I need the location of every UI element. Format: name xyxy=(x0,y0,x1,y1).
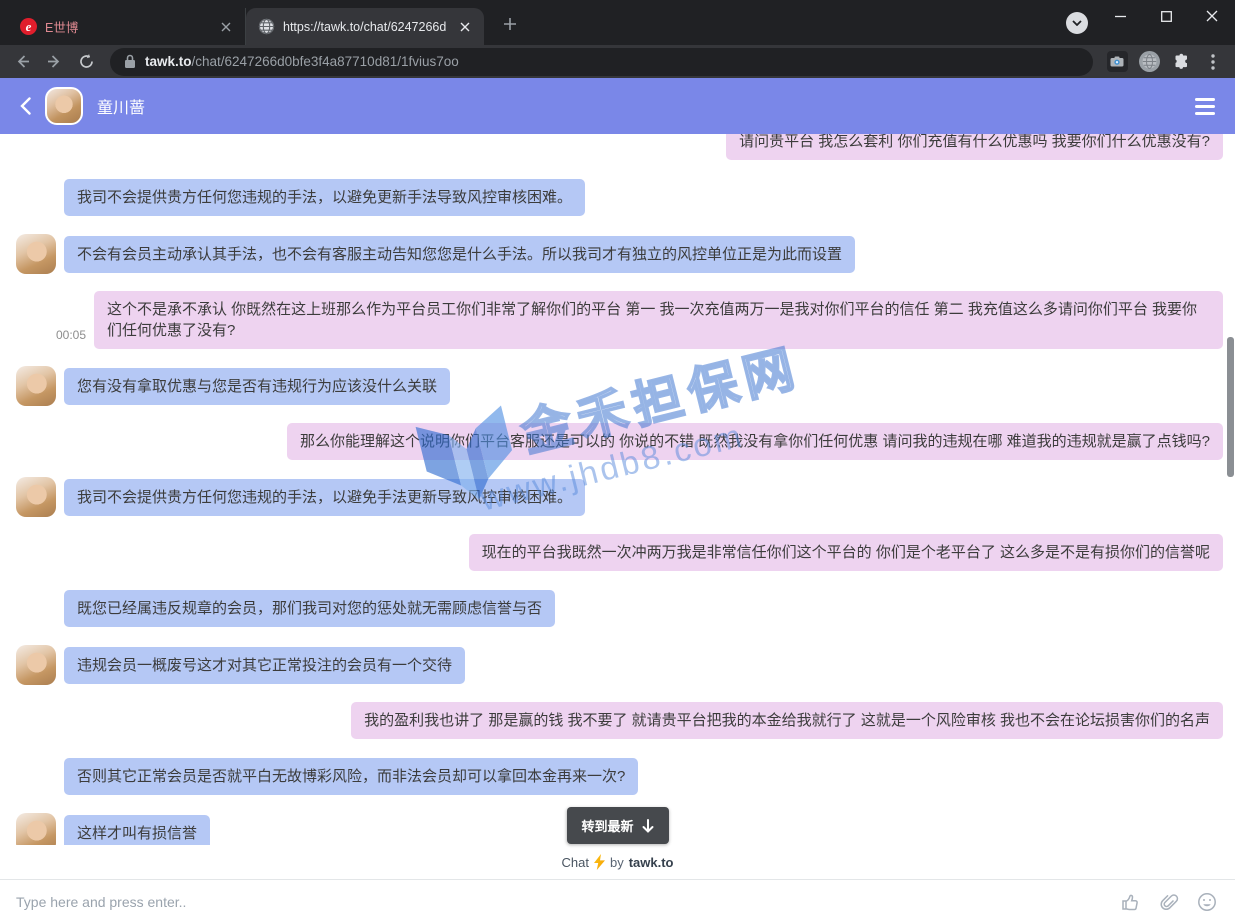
lightning-bolt-icon xyxy=(594,854,605,870)
url-host: tawk.to xyxy=(145,54,192,69)
arrow-down-icon xyxy=(642,819,654,833)
agent-avatar xyxy=(45,87,83,125)
branding-chat-label: Chat xyxy=(562,855,589,870)
tab-esball[interactable]: e E世博 xyxy=(8,8,246,45)
agent-avatar xyxy=(16,645,56,685)
chat-message-row: 那么你能理解这个说明你们平台客服还是可以的 你说的不错 既然我没有拿你们任何优惠… xyxy=(16,423,1223,460)
new-tab-button[interactable] xyxy=(498,12,522,36)
page-scrollbar-thumb[interactable] xyxy=(1227,337,1234,477)
jump-to-latest-button[interactable]: 转到最新 xyxy=(566,807,668,844)
chat-header: 童川蔷 xyxy=(0,78,1235,134)
screenshot-extension-icon[interactable] xyxy=(1103,48,1131,76)
agent-avatar xyxy=(16,366,56,406)
browser-tab-bar: e E世博 https://tawk.to/chat/6247266d xyxy=(0,0,1235,45)
message-bubble: 我的盈利我也讲了 那是赢的钱 我不要了 就请贵平台把我的本金给我就行了 这就是一… xyxy=(351,702,1223,739)
chat-message-row: 您有没有拿取优惠与您是否有违规行为应该没什么关联 xyxy=(16,366,1223,406)
reload-button[interactable] xyxy=(72,48,100,76)
agent-avatar xyxy=(16,813,56,845)
chat-message-row: 现在的平台我既然一次冲两万我是非常信任你们这个平台的 你们是个老平台了 这么多是… xyxy=(16,534,1223,571)
lock-icon xyxy=(124,54,136,69)
chat-message-row: 违规会员一概废号这才对其它正常投注的会员有一个交待 xyxy=(16,645,1223,685)
extensions-puzzle-icon[interactable] xyxy=(1167,48,1195,76)
message-bubble: 否则其它正常会员是否就平白无故博彩风险，而非法会员却可以拿回本金再来一次? xyxy=(64,758,638,795)
composer xyxy=(0,879,1235,924)
agent-avatar xyxy=(16,234,56,274)
tawkto-branding: Chat by tawk.to xyxy=(0,845,1235,879)
back-button[interactable] xyxy=(8,48,36,76)
thumbs-up-icon[interactable] xyxy=(1121,892,1141,912)
chat-message-row: 不会有会员主动承认其手法，也不会有客服主动告知您您是什么手法。所以我司才有独立的… xyxy=(16,234,1223,274)
chat-message-row: 00:05 这个不是承不承认 你既然在这上班那么作为平台员工你们非常了解你们的平… xyxy=(16,291,1223,349)
emoji-smiley-icon[interactable] xyxy=(1197,892,1217,912)
message-bubble: 我司不会提供贵方任何您违规的手法，以避免更新手法导致风控审核困难。 xyxy=(64,179,585,216)
tab-search-chevron-button[interactable] xyxy=(1066,12,1088,34)
message-list[interactable]: 请问贵平台 我怎么套利 你们充值有什么优惠吗 我要你们什么优惠没有? 我司不会提… xyxy=(0,134,1235,845)
branding-by-label: by xyxy=(610,855,624,870)
jump-to-latest-label: 转到最新 xyxy=(581,816,633,835)
chat-message-row: 既您已经属违反规章的会员，那们我司对您的惩处就无需顾虑信誉与否 xyxy=(16,588,1223,628)
url-path: /chat/6247266d0bfe3f4a87710d81/1fvius7oo xyxy=(192,54,459,69)
message-bubble: 这样才叫有损信誉 xyxy=(64,815,210,846)
chat-message-row: 请问贵平台 我怎么套利 你们充值有什么优惠吗 我要你们什么优惠没有? xyxy=(16,134,1223,160)
chat-message-row: 我的盈利我也讲了 那是赢的钱 我不要了 就请贵平台把我的本金给我就行了 这就是一… xyxy=(16,702,1223,739)
back-chevron-icon[interactable] xyxy=(20,97,31,115)
message-bubble: 您有没有拿取优惠与您是否有违规行为应该没什么关联 xyxy=(64,368,450,405)
tab-title: E世博 xyxy=(45,17,209,36)
message-bubble: 我司不会提供贵方任何您违规的手法，以避免手法更新导致风控审核困难。 xyxy=(64,479,585,516)
message-input[interactable] xyxy=(16,894,1103,910)
message-bubble: 违规会员一概废号这才对其它正常投注的会员有一个交待 xyxy=(64,647,465,684)
message-bubble: 那么你能理解这个说明你们平台客服还是可以的 你说的不错 既然我没有拿你们任何优惠… xyxy=(287,423,1223,460)
branding-brand-link[interactable]: tawk.to xyxy=(629,855,674,870)
menu-hamburger-icon[interactable] xyxy=(1195,98,1215,115)
attachment-paperclip-icon[interactable] xyxy=(1159,892,1179,912)
chat-message-row: 我司不会提供贵方任何您违规的手法，以避免更新手法导致风控审核困难。 xyxy=(16,177,1223,217)
message-bubble: 这个不是承不承认 你既然在这上班那么作为平台员工你们非常了解你们的平台 第一 我… xyxy=(94,291,1223,349)
globe-favicon-icon xyxy=(258,18,275,35)
forward-button[interactable] xyxy=(40,48,68,76)
tab-title: https://tawk.to/chat/6247266d xyxy=(283,20,448,34)
window-close-button[interactable] xyxy=(1189,0,1235,32)
chat-message-row: 否则其它正常会员是否就平白无故博彩风险，而非法会员却可以拿回本金再来一次? xyxy=(16,756,1223,796)
message-timestamp: 00:05 xyxy=(56,328,86,349)
tab-close-icon[interactable] xyxy=(217,18,235,36)
agent-avatar xyxy=(16,477,56,517)
tawkto-chat-page: 童川蔷 请问贵平台 我怎么套利 你们充值有什么优惠吗 我要你们什么优惠没有? 我… xyxy=(0,78,1235,924)
browser-menu-icon[interactable] xyxy=(1199,48,1227,76)
message-bubble: 现在的平台我既然一次冲两万我是非常信任你们这个平台的 你们是个老平台了 这么多是… xyxy=(469,534,1223,571)
tab-tawkto[interactable]: https://tawk.to/chat/6247266d xyxy=(246,8,484,45)
browser-toolbar: tawk.to/chat/6247266d0bfe3f4a87710d81/1f… xyxy=(0,45,1235,78)
window-minimize-button[interactable] xyxy=(1097,0,1143,32)
url-bar[interactable]: tawk.to/chat/6247266d0bfe3f4a87710d81/1f… xyxy=(110,48,1093,76)
esball-favicon-icon: e xyxy=(20,18,37,35)
message-bubble: 不会有会员主动承认其手法，也不会有客服主动告知您您是什么手法。所以我司才有独立的… xyxy=(64,236,855,273)
chat-message-row: 我司不会提供贵方任何您违规的手法，以避免手法更新导致风控审核困难。 xyxy=(16,477,1223,517)
message-bubble: 请问贵平台 我怎么套利 你们充值有什么优惠吗 我要你们什么优惠没有? xyxy=(726,134,1223,160)
agent-name: 童川蔷 xyxy=(97,94,145,118)
message-bubble: 既您已经属违反规章的会员，那们我司对您的惩处就无需顾虑信誉与否 xyxy=(64,590,555,627)
tab-close-icon[interactable] xyxy=(456,18,474,36)
globe-extension-icon[interactable] xyxy=(1135,48,1163,76)
window-maximize-button[interactable] xyxy=(1143,0,1189,32)
